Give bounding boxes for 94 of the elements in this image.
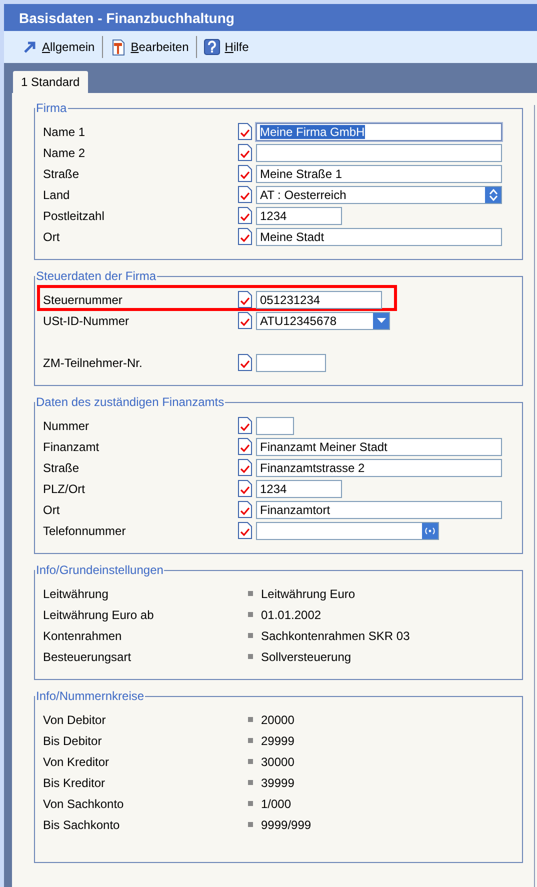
bullet-icon — [248, 612, 253, 617]
toolbar-button[interactable]: Allgemein — [19, 38, 99, 56]
field-label: Nummer — [43, 418, 90, 432]
arrow-icon — [23, 40, 37, 54]
info-value: 39999 — [261, 776, 294, 790]
bullet-icon — [248, 822, 253, 827]
input-field[interactable]: Meine Straße 1 — [256, 164, 502, 182]
input-field[interactable]: Meine Stadt — [256, 228, 502, 246]
document-hammer-icon — [110, 38, 126, 56]
dropdown-field[interactable]: ATU12345678 — [256, 312, 390, 330]
field-label: Land — [43, 188, 71, 202]
bullet-icon — [248, 633, 253, 638]
caret-icon — [376, 318, 386, 324]
info-label: Kontenrahmen — [43, 628, 123, 642]
bullet-icon — [248, 780, 253, 785]
input-field[interactable] — [256, 354, 326, 372]
info-label: Bis Kreditor — [43, 776, 106, 790]
spin-button[interactable] — [485, 186, 501, 202]
bullet-icon — [248, 654, 253, 659]
info-label: Bis Sachkonto — [43, 818, 121, 832]
info-value: Leitwährung Euro — [261, 586, 356, 600]
checked-document-icon — [238, 186, 252, 203]
checked-document-icon — [238, 480, 252, 497]
checked-document-icon — [238, 501, 252, 518]
group-title: Info/Nummernkreise — [35, 689, 146, 703]
field-label: Finanzamt — [43, 440, 100, 454]
info-value: 01.01.2002 — [261, 608, 322, 622]
info-label: Von Kreditor — [43, 754, 110, 768]
info-label: Besteuerungsart — [43, 650, 132, 664]
info-value: Sachkontenrahmen SKR 03 — [261, 628, 410, 642]
field-label: Telefonnummer — [43, 524, 127, 538]
input-field[interactable]: Finanzamtort — [256, 500, 502, 518]
checked-document-icon — [238, 354, 252, 371]
dot-waves-icon — [425, 526, 435, 536]
up-down-arrows-icon — [488, 188, 498, 200]
window-title: Basisdaten - Finanzbuchhaltung — [4, 4, 537, 31]
info-label: Von Sachkonto — [43, 796, 125, 810]
field-label: Ort — [43, 502, 61, 516]
tab[interactable]: 1 Standard — [13, 71, 88, 93]
checked-document-icon — [238, 144, 252, 161]
checked-document-icon — [238, 438, 252, 455]
input-field[interactable]: Finanzamtstrasse 2 — [256, 458, 502, 476]
checked-document-icon — [238, 522, 252, 539]
info-value: 1/000 — [261, 796, 292, 810]
bullet-icon — [248, 738, 253, 743]
field-label: Steuernummer — [43, 292, 124, 306]
info-value: Sollversteuerung — [261, 650, 352, 664]
field-label: PLZ/Ort — [43, 482, 86, 496]
input-field[interactable]: 1234 — [256, 480, 342, 498]
group-title: Info/Grundeinstellungen — [35, 563, 164, 577]
info-value: 29999 — [261, 734, 294, 748]
bullet-icon — [248, 759, 253, 764]
field-label: Ort — [43, 230, 61, 244]
field-label: ZM-Teilnehmer-Nr. — [43, 356, 144, 370]
info-value: 9999/999 — [261, 818, 312, 832]
info-label: Bis Debitor — [43, 734, 103, 748]
input-field[interactable]: Meine Firma GmbH — [256, 122, 502, 140]
bullet-icon — [248, 591, 253, 596]
input-field[interactable] — [256, 144, 502, 162]
country-select[interactable]: AT : Oesterreich — [256, 186, 502, 204]
field-label: Straße — [43, 166, 80, 180]
input-field[interactable]: 051231234 — [256, 290, 382, 308]
info-value: 30000 — [261, 754, 294, 768]
dropdown-button[interactable] — [373, 312, 389, 328]
input-field[interactable] — [256, 416, 294, 434]
field-label: Straße — [43, 460, 80, 474]
bullet-icon — [248, 717, 253, 722]
field-label: Postleitzahl — [43, 208, 106, 222]
checked-document-icon — [238, 207, 252, 224]
checked-document-icon — [238, 459, 252, 476]
input-field[interactable]: Finanzamt Meiner Stadt — [256, 438, 502, 456]
input-field[interactable] — [256, 522, 439, 540]
field-label: Name 2 — [43, 146, 86, 160]
group-title: Steuerdaten der Firma — [35, 269, 158, 283]
info-label: Leitwährung — [43, 586, 110, 600]
info-label: Von Debitor — [43, 712, 107, 726]
info-label: Leitwährung Euro ab — [43, 608, 155, 622]
field-label: Name 1 — [43, 124, 86, 138]
toolbar-button[interactable]: Bearbeiten — [106, 36, 193, 58]
checked-document-icon — [238, 123, 252, 140]
bullet-icon — [248, 801, 253, 806]
group-title: Daten des zuständigen Finanzamts — [35, 395, 226, 409]
checked-document-icon — [238, 228, 252, 245]
dial-button[interactable] — [422, 522, 438, 538]
info-value: 20000 — [261, 712, 294, 726]
checked-document-icon — [238, 417, 252, 434]
help-icon — [204, 39, 220, 55]
checked-document-icon — [238, 165, 252, 182]
group-title: Firma — [35, 101, 68, 115]
input-field[interactable]: 1234 — [256, 206, 342, 224]
toolbar-button[interactable]: Hilfe — [200, 37, 253, 57]
field-label: USt-ID-Nummer — [43, 314, 130, 328]
checked-document-icon — [238, 312, 252, 329]
checked-document-icon — [238, 291, 252, 308]
